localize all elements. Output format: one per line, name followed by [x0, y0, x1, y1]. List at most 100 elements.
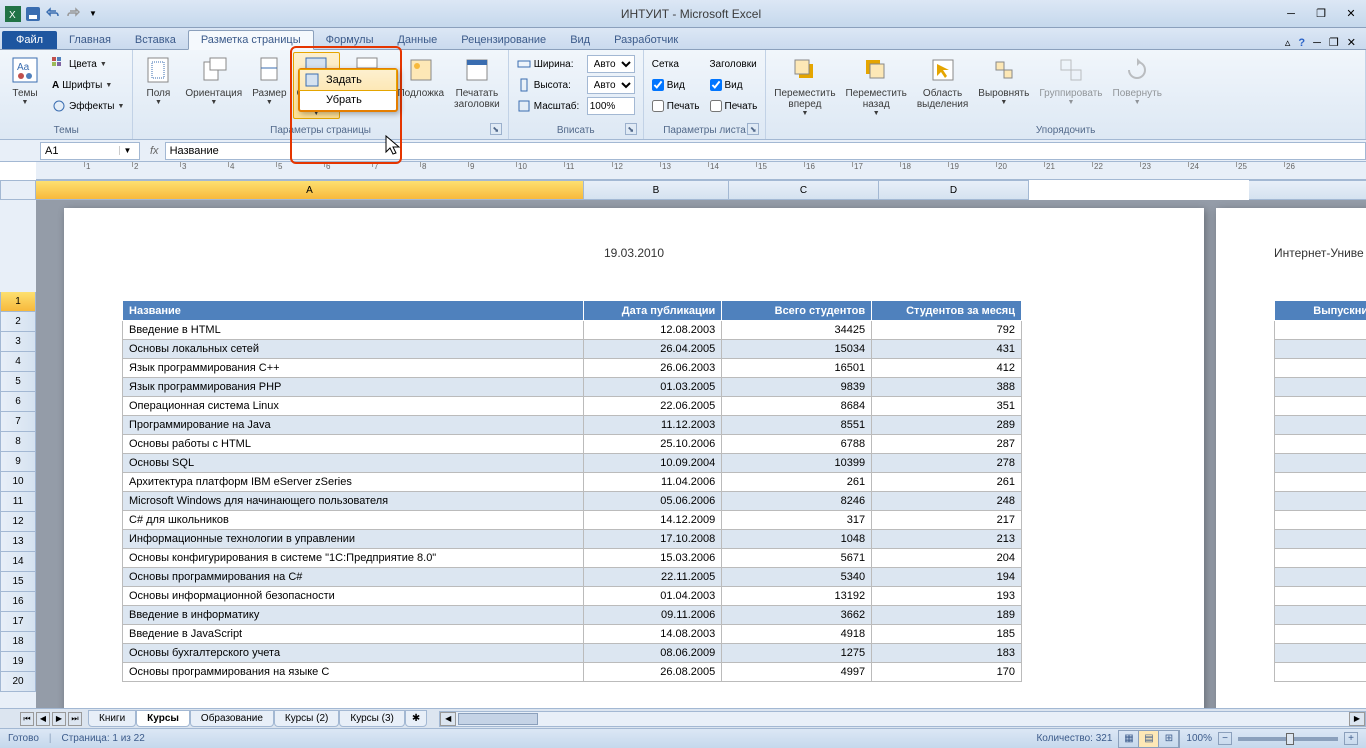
redo-icon[interactable]: [64, 5, 82, 23]
data-table-2[interactable]: Выпускников 127251712108265594142386166: [1274, 300, 1366, 682]
row-header-14[interactable]: 14: [0, 552, 36, 572]
print-titles-button[interactable]: Печатать заголовки: [450, 52, 504, 112]
data-table[interactable]: Название Дата публикации Всего студентов…: [122, 300, 1022, 682]
tab-nav-last[interactable]: ⏭: [68, 712, 82, 726]
new-sheet-tab[interactable]: ✱: [405, 710, 427, 727]
fonts-button[interactable]: AШрифты ▼: [50, 75, 126, 95]
tab-nav-first[interactable]: ⏮: [20, 712, 34, 726]
table-row[interactable]: [1275, 511, 1366, 530]
col-header-a[interactable]: A: [36, 180, 584, 200]
table-row[interactable]: Информационные технологии в управлении17…: [123, 530, 1022, 549]
row-header-7[interactable]: 7: [0, 412, 36, 432]
row-header-11[interactable]: 11: [0, 492, 36, 512]
table-row[interactable]: Архитектура платформ IBM eServer zSeries…: [123, 473, 1022, 492]
tab-data[interactable]: Данные: [385, 31, 449, 49]
table-row[interactable]: 5: [1275, 454, 1366, 473]
page-setup-dialog-launcher[interactable]: ⬊: [490, 123, 502, 135]
table-row[interactable]: Операционная система Linux22.06.20058684…: [123, 397, 1022, 416]
row-header-3[interactable]: 3: [0, 332, 36, 352]
table-row[interactable]: Введение в HTML12.08.200334425792: [123, 321, 1022, 340]
grid-container[interactable]: A B C D E 19.03.2010 Название Дата публи…: [36, 180, 1366, 708]
row-header-12[interactable]: 12: [0, 512, 36, 532]
table-row[interactable]: [1275, 473, 1366, 492]
row-header-6[interactable]: 6: [0, 392, 36, 412]
themes-button[interactable]: Aa Темы ▼: [4, 52, 46, 108]
table-row[interactable]: Основы программирования на языке C26.08.…: [123, 663, 1022, 682]
scroll-thumb[interactable]: [458, 713, 538, 725]
page-break-view-button[interactable]: ⊞: [1159, 731, 1179, 747]
tab-review[interactable]: Рецензирование: [449, 31, 558, 49]
table-row[interactable]: 6: [1275, 663, 1366, 682]
row-header-4[interactable]: 4: [0, 352, 36, 372]
select-all-corner[interactable]: [0, 180, 36, 200]
bring-forward-button[interactable]: Переместить вперед▼: [770, 52, 839, 119]
table-row[interactable]: Основы локальных сетей26.04.200515034431: [123, 340, 1022, 359]
table-header-name[interactable]: Название: [123, 301, 584, 321]
table-row[interactable]: Введение в информатику09.11.20063662189: [123, 606, 1022, 625]
group-button[interactable]: Группировать▼: [1035, 52, 1106, 108]
workbook-restore-icon[interactable]: ❐: [1329, 36, 1339, 49]
table-row[interactable]: 38: [1275, 587, 1366, 606]
excel-icon[interactable]: X: [4, 5, 22, 23]
clear-print-area-menu-item[interactable]: Убрать: [300, 90, 396, 110]
table-row[interactable]: 12: [1275, 378, 1366, 397]
scale-dialog-launcher[interactable]: ⬊: [625, 123, 637, 135]
col-header-b[interactable]: B: [584, 180, 729, 200]
table-row[interactable]: Программирование на Java11.12.2003855128…: [123, 416, 1022, 435]
workbook-close-icon[interactable]: ✕: [1347, 36, 1356, 49]
close-button[interactable]: ✕: [1340, 6, 1362, 22]
table-row[interactable]: 8: [1275, 416, 1366, 435]
headings-view-checkbox[interactable]: [710, 79, 722, 91]
row-header-8[interactable]: 8: [0, 432, 36, 452]
table-header-total[interactable]: Всего студентов: [722, 301, 872, 321]
table-row[interactable]: 6: [1275, 606, 1366, 625]
row-header-10[interactable]: 10: [0, 472, 36, 492]
name-box-dropdown-icon[interactable]: ▼: [119, 146, 135, 155]
sheet-tab-3[interactable]: Курсы (2): [274, 710, 339, 727]
colors-button[interactable]: Цвета ▼: [50, 54, 126, 74]
table-row[interactable]: Язык программирования C++26.06.200316501…: [123, 359, 1022, 378]
table-row[interactable]: 2: [1275, 568, 1366, 587]
gridlines-print-checkbox[interactable]: [652, 100, 664, 112]
zoom-slider[interactable]: [1238, 737, 1338, 741]
table-row[interactable]: Основы бухгалтерского учета08.06.2009127…: [123, 644, 1022, 663]
orientation-button[interactable]: Ориентация▼: [181, 52, 246, 108]
sheet-tab-4[interactable]: Курсы (3): [339, 710, 404, 727]
save-icon[interactable]: [24, 5, 42, 23]
width-select[interactable]: Авто: [587, 55, 635, 73]
table-row[interactable]: Основы конфигурирования в системе "1C:Пр…: [123, 549, 1022, 568]
zoom-out-button[interactable]: −: [1218, 732, 1232, 745]
col-header-e[interactable]: E: [1249, 180, 1366, 200]
scale-input[interactable]: [587, 97, 635, 115]
set-print-area-menu-item[interactable]: Задать: [299, 69, 397, 91]
sheet-tab-0[interactable]: Книги: [88, 710, 136, 727]
table-row[interactable]: 59: [1275, 492, 1366, 511]
margins-button[interactable]: Поля▼: [137, 52, 179, 108]
height-select[interactable]: Авто: [587, 76, 635, 94]
selection-pane-button[interactable]: Область выделения: [913, 52, 972, 112]
scroll-left-button[interactable]: ◀: [440, 712, 456, 726]
table-row[interactable]: 26: [1275, 435, 1366, 454]
col-header-d[interactable]: D: [879, 180, 1029, 200]
size-button[interactable]: Размер▼: [248, 52, 290, 108]
table2-header[interactable]: Выпускников: [1275, 301, 1366, 321]
zoom-in-button[interactable]: +: [1344, 732, 1358, 745]
table-row[interactable]: 10: [1275, 397, 1366, 416]
zoom-slider-thumb[interactable]: [1286, 733, 1294, 745]
table-row[interactable]: 16: [1275, 625, 1366, 644]
row-header-9[interactable]: 9: [0, 452, 36, 472]
background-button[interactable]: Подложка: [393, 52, 448, 101]
sheet-tab-2[interactable]: Образование: [190, 710, 274, 727]
headings-print-checkbox[interactable]: [710, 100, 722, 112]
table-row[interactable]: Введение в JavaScript14.08.20034918185: [123, 625, 1022, 644]
tab-home[interactable]: Главная: [57, 31, 123, 49]
row-header-5[interactable]: 5: [0, 372, 36, 392]
sheet-options-dialog-launcher[interactable]: ⬊: [747, 123, 759, 135]
table-header-month[interactable]: Студентов за месяц: [872, 301, 1022, 321]
table-row[interactable]: [1275, 644, 1366, 663]
table-header-date[interactable]: Дата публикации: [584, 301, 722, 321]
file-tab[interactable]: Файл: [2, 31, 57, 49]
table-row[interactable]: 17: [1275, 359, 1366, 378]
minimize-ribbon-icon[interactable]: ▵: [1285, 36, 1291, 49]
table-row[interactable]: 4: [1275, 530, 1366, 549]
